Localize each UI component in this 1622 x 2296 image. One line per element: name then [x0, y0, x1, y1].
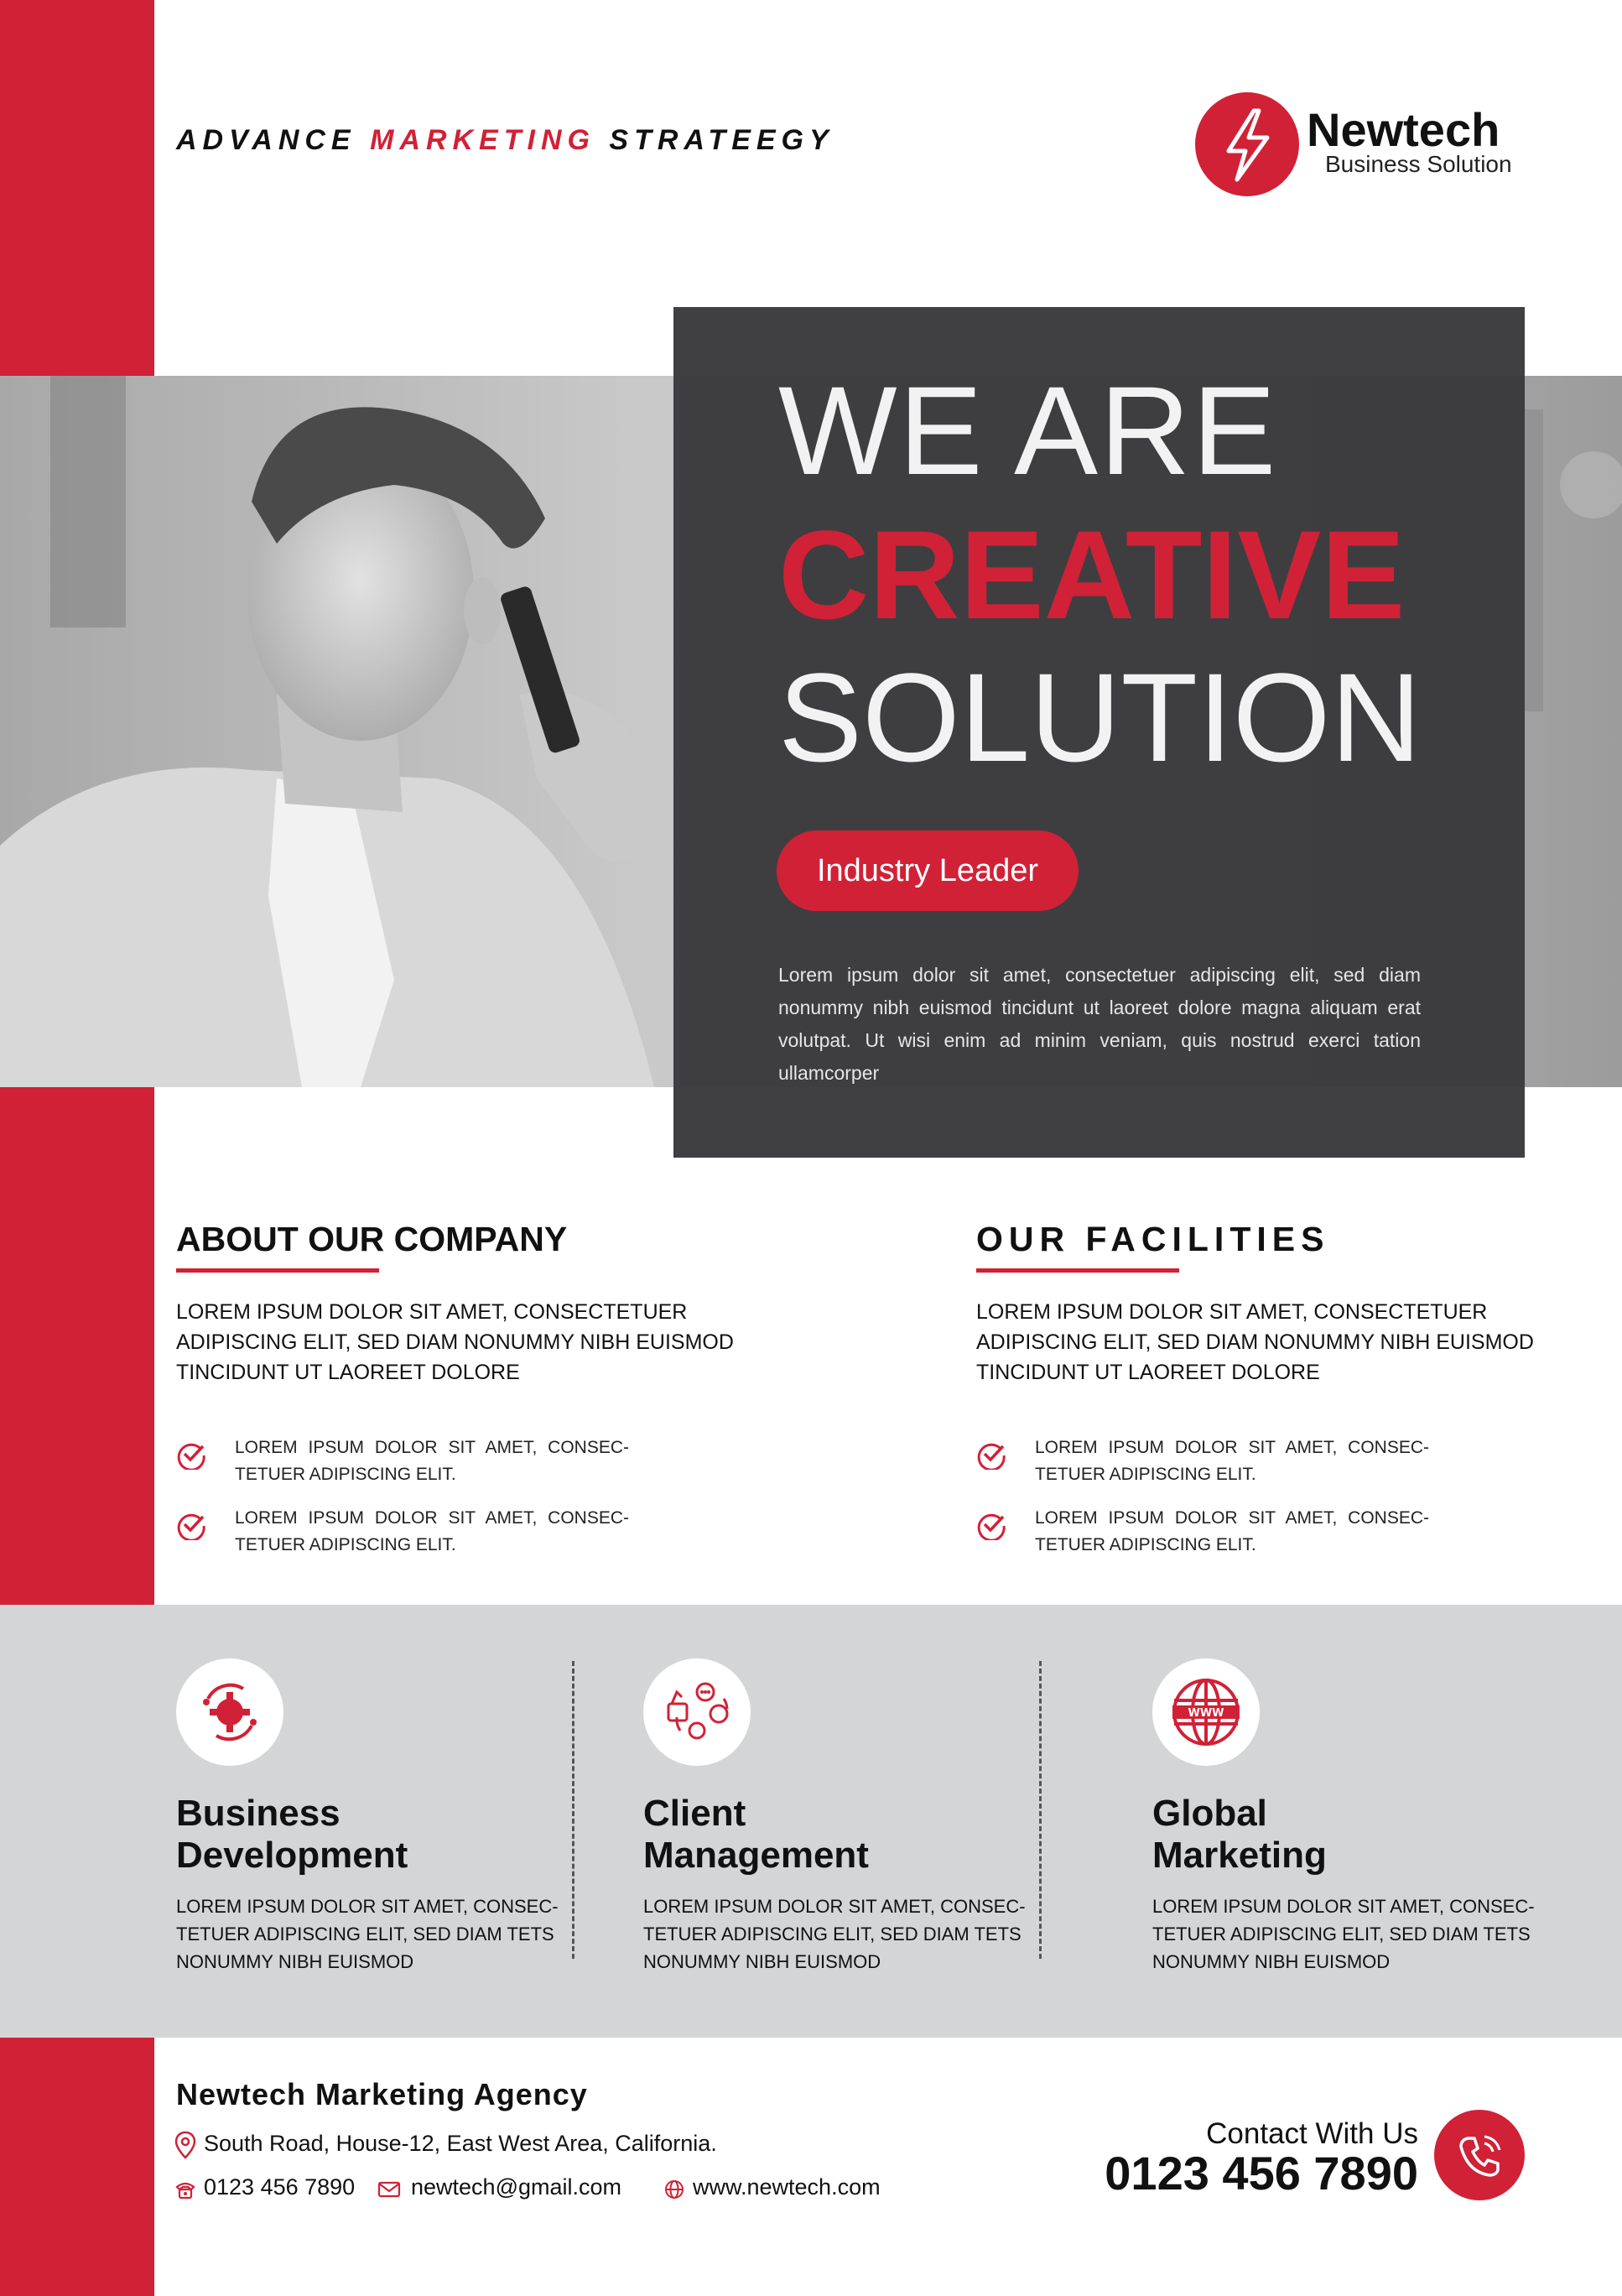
service-title-line: Development: [176, 1835, 408, 1876]
about-title-underline: [176, 1268, 379, 1273]
hero-headline-line1: WE ARE: [778, 360, 1278, 501]
tagline-pre: ADVANCE: [176, 124, 356, 156]
service-title: Client Management: [643, 1793, 1046, 1877]
facilities-body: LOREM IPSUM DOLOR SIT AMET, CONSECTETUER…: [976, 1300, 1534, 1384]
about-check-text: LOREM IPSUM DOLOR SIT AMET, CONSEC- TETU…: [235, 1438, 629, 1484]
footer-website[interactable]: www.newtech.com: [693, 2174, 881, 2200]
footer-address: South Road, House-12, East West Area, Ca…: [204, 2131, 717, 2156]
tagline-highlight: MARKETING: [370, 124, 595, 156]
tagline-post: STRATEEGY: [609, 124, 834, 156]
about-body: LOREM IPSUM DOLOR SIT AMET, CONSECTETUER…: [176, 1300, 734, 1384]
svg-text:WWW: WWW: [1188, 1707, 1224, 1720]
industry-leader-badge: Industry Leader: [777, 830, 1079, 911]
about-check-text: LOREM IPSUM DOLOR SIT AMET, CONSEC- TETU…: [235, 1508, 629, 1554]
service-divider: [572, 1661, 574, 1959]
facilities-check-text: LOREM IPSUM DOLOR SIT AMET, CONSEC- TETU…: [1035, 1438, 1429, 1484]
service-title-line: Business: [176, 1793, 341, 1834]
hero-headline-line3: SOLUTION: [778, 647, 1422, 788]
check-circle-icon: [177, 1443, 205, 1470]
contact-phone[interactable]: 0123 456 7890: [1105, 2146, 1418, 2200]
check-circle-icon: [177, 1513, 205, 1540]
agency-name: Newtech Marketing Agency: [176, 2077, 588, 2111]
phone-call-icon[interactable]: [1434, 2110, 1525, 2200]
about-title: ABOUT OUR COMPANY: [176, 1220, 568, 1258]
service-title: Business Development: [176, 1793, 579, 1877]
globe-www-icon: WWW: [1152, 1658, 1260, 1766]
telephone-icon: [175, 2182, 195, 2200]
email-icon: [377, 2181, 401, 2198]
check-circle-icon: [977, 1443, 1006, 1470]
footer-phone[interactable]: 0123 456 7890: [204, 2174, 355, 2200]
service-title-line: Global: [1152, 1793, 1267, 1834]
service-title-line: Management: [643, 1835, 869, 1876]
globe-icon: [665, 2180, 684, 2199]
hero-description: Lorem ipsum dolor sit amet, consectetuer…: [778, 964, 1421, 1084]
service-title: Global Marketing: [1152, 1793, 1555, 1877]
facilities-title: OUR FACILITIES: [976, 1220, 1330, 1258]
service-divider: [1039, 1661, 1042, 1959]
location-pin-icon: [174, 2131, 196, 2159]
footer-email[interactable]: newtech@gmail.com: [411, 2174, 621, 2200]
check-circle-icon: [977, 1513, 1006, 1540]
gear-cycle-icon: [176, 1658, 283, 1766]
facilities-title-underline: [976, 1268, 1179, 1273]
service-description: LOREM IPSUM DOLOR SIT AMET, CONSEC- TETU…: [176, 1896, 559, 1972]
logo-subtitle: Business Solution: [1325, 151, 1512, 177]
logo-name: Newtech: [1307, 103, 1500, 156]
left-accent-bar-middle: [0, 1087, 154, 1605]
service-title-line: Marketing: [1152, 1835, 1327, 1876]
left-accent-bar-bottom: [0, 2038, 154, 2296]
lightning-bolt-icon: [1195, 92, 1299, 196]
left-accent-bar-top: [0, 0, 154, 376]
facilities-check-text: LOREM IPSUM DOLOR SIT AMET, CONSEC- TETU…: [1035, 1508, 1429, 1554]
service-description: LOREM IPSUM DOLOR SIT AMET, CONSEC- TETU…: [643, 1896, 1026, 1972]
tagline: ADVANCE MARKETING STRATEEGY: [176, 124, 834, 157]
hero-headline-line2: CREATIVE: [778, 504, 1406, 645]
service-title-line: Client: [643, 1793, 746, 1834]
service-description: LOREM IPSUM DOLOR SIT AMET, CONSEC- TETU…: [1152, 1896, 1535, 1972]
client-management-icon: [643, 1658, 751, 1766]
